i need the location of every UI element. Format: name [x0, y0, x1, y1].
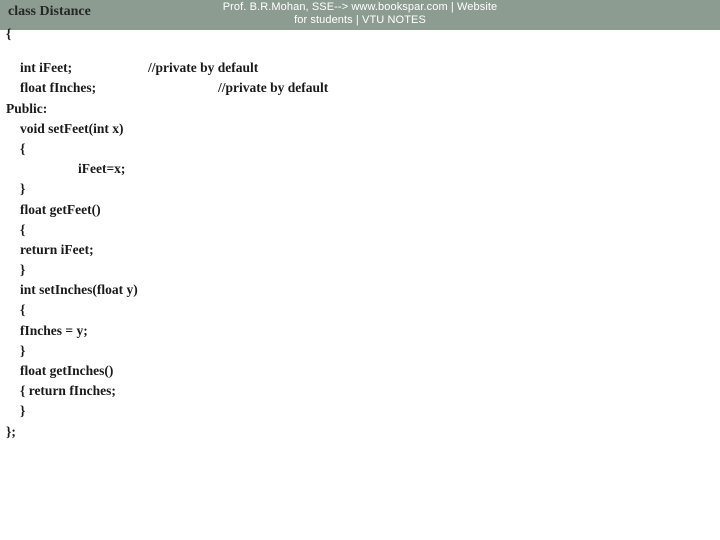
code-line-text: fInches = y; — [20, 322, 88, 338]
code-line: float getFeet() — [0, 200, 720, 220]
code-line: } — [0, 260, 720, 280]
code-line-text: iFeet=x; — [78, 161, 126, 177]
code-line-text: void setFeet(int x) — [20, 120, 124, 136]
code-line-text: int iFeet; — [20, 60, 73, 76]
code-line: { — [0, 139, 720, 159]
code-line: } — [0, 179, 720, 199]
code-line-text: float getInches() — [20, 363, 114, 378]
code-line-text: } — [20, 403, 26, 419]
code-line-text: { — [20, 140, 26, 156]
code-line-text: }; — [6, 423, 16, 439]
code-line: iFeet=x; — [0, 159, 720, 179]
code-line: } — [0, 341, 720, 361]
code-line: return iFeet; — [0, 240, 720, 260]
code-block: {int iFeet;//private by default float fIn… — [0, 24, 720, 442]
code-line-text: return iFeet; — [20, 241, 94, 257]
code-line-text: int setInches(float y) — [20, 282, 138, 298]
code-line-text: { — [20, 221, 26, 237]
code-line-text: { return fInches; — [20, 383, 116, 399]
code-comment: //private by default — [148, 60, 259, 76]
code-comment: //private by default — [218, 80, 329, 96]
code-line: int iFeet; //private by default — [0, 58, 720, 78]
code-line: { — [0, 220, 720, 240]
code-line: float getInches() — [0, 361, 720, 381]
code-line-text: float getFeet() — [20, 201, 101, 217]
code-line: } — [0, 401, 720, 421]
code-line-text: Public: — [6, 100, 48, 116]
code-line: { — [0, 24, 720, 44]
code-line: float fInches; //private by default — [0, 78, 720, 98]
code-line: fInches = y; — [0, 321, 720, 341]
code-line-text: } — [20, 262, 26, 278]
code-line: { return fInches; — [0, 381, 720, 401]
code-line: Public: — [0, 99, 720, 119]
code-line: { — [0, 300, 720, 320]
slide-canvas: Prof. B.R.Mohan, SSE--> www.bookspar.com… — [0, 0, 720, 540]
code-line-text: { — [20, 302, 26, 318]
code-line: void setFeet(int x) — [0, 119, 720, 139]
page-title: class Distance — [8, 4, 91, 19]
code-line-text: } — [20, 342, 26, 358]
code-line-text: { — [6, 26, 12, 41]
code-line: int setInches(float y) — [0, 280, 720, 300]
code-line: }; — [0, 422, 720, 442]
code-line-text: } — [20, 181, 26, 197]
code-line-text: float fInches; — [20, 80, 97, 96]
